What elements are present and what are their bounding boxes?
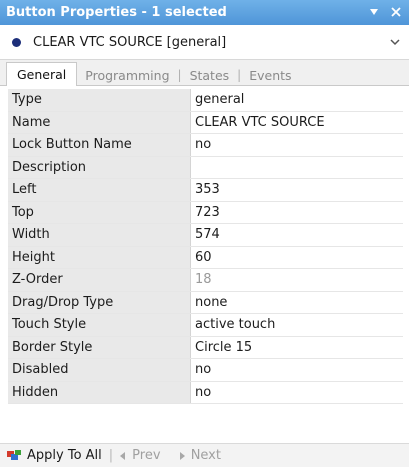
- property-name: Disabled: [8, 359, 191, 381]
- apply-to-all-label: Apply To All: [27, 448, 102, 463]
- apply-to-all-icon: [6, 449, 22, 463]
- property-value[interactable]: no: [191, 381, 403, 403]
- property-row-name: Name CLEAR VTC SOURCE: [8, 111, 403, 134]
- bullet-icon: [12, 37, 21, 47]
- property-value[interactable]: [191, 156, 403, 178]
- apply-to-all-button[interactable]: Apply To All: [6, 448, 102, 463]
- property-name: Drag/Drop Type: [8, 291, 191, 313]
- object-selector-dropdown[interactable]: CLEAR VTC SOURCE [general]: [0, 25, 409, 60]
- property-grid: Type general Name CLEAR VTC SOURCE Lock …: [8, 89, 403, 404]
- property-name: Z-Order: [8, 269, 191, 291]
- chevron-down-icon[interactable]: [389, 36, 401, 48]
- property-value: 18: [191, 269, 403, 291]
- property-row-border-style: Border Style Circle 15: [8, 336, 403, 359]
- property-row-lock-button-name: Lock Button Name no: [8, 134, 403, 157]
- tab-general[interactable]: General: [6, 62, 78, 86]
- property-value[interactable]: Circle 15: [191, 336, 403, 358]
- footer-toolbar: Apply To All | Prev Next: [0, 443, 409, 467]
- next-label: Next: [190, 448, 221, 463]
- object-selector-value: CLEAR VTC SOURCE [general]: [33, 34, 227, 50]
- property-row-type: Type general: [8, 89, 403, 112]
- property-row-z-order: Z-Order 18: [8, 269, 403, 292]
- property-value[interactable]: 723: [191, 201, 403, 223]
- property-row-hidden: Hidden no: [8, 381, 403, 404]
- property-value[interactable]: CLEAR VTC SOURCE: [191, 111, 403, 133]
- property-value[interactable]: general: [191, 89, 403, 111]
- pin-icon[interactable]: [367, 4, 381, 20]
- close-icon[interactable]: [389, 4, 403, 20]
- property-row-drag-drop-type: Drag/Drop Type none: [8, 291, 403, 314]
- tab-bar: General Programming | States | Events: [0, 60, 409, 86]
- property-name: Touch Style: [8, 314, 191, 336]
- prev-button[interactable]: Prev: [120, 448, 161, 463]
- window-controls: [367, 4, 403, 20]
- property-row-touch-style: Touch Style active touch: [8, 314, 403, 337]
- next-arrow-icon: [179, 451, 185, 460]
- property-row-left: Left 353: [8, 179, 403, 202]
- prev-arrow-icon: [120, 451, 126, 460]
- tab-programming[interactable]: Programming: [77, 65, 177, 85]
- property-row-width: Width 574: [8, 224, 403, 247]
- tab-events[interactable]: Events: [241, 65, 299, 85]
- window-title: Button Properties - 1 selected: [6, 5, 227, 20]
- next-button[interactable]: Next: [179, 448, 221, 463]
- footer-separator: [168, 448, 172, 463]
- tab-states[interactable]: States: [182, 65, 238, 85]
- property-name: Description: [8, 156, 191, 178]
- property-row-top: Top 723: [8, 201, 403, 224]
- property-row-description: Description: [8, 156, 403, 179]
- property-name: Name: [8, 111, 191, 133]
- property-row-disabled: Disabled no: [8, 359, 403, 382]
- footer-separator: |: [108, 448, 114, 463]
- property-name: Top: [8, 201, 191, 223]
- property-name: Width: [8, 224, 191, 246]
- property-name: Lock Button Name: [8, 134, 191, 156]
- property-name: Type: [8, 89, 191, 111]
- property-name: Hidden: [8, 381, 191, 403]
- property-name: Left: [8, 179, 191, 201]
- window-titlebar: Button Properties - 1 selected: [0, 0, 409, 25]
- property-value[interactable]: 353: [191, 179, 403, 201]
- property-value[interactable]: no: [191, 359, 403, 381]
- property-value[interactable]: 574: [191, 224, 403, 246]
- property-name: Border Style: [8, 336, 191, 358]
- property-value[interactable]: active touch: [191, 314, 403, 336]
- property-row-height: Height 60: [8, 246, 403, 269]
- property-value[interactable]: no: [191, 134, 403, 156]
- property-value[interactable]: 60: [191, 246, 403, 268]
- property-name: Height: [8, 246, 191, 268]
- property-value[interactable]: none: [191, 291, 403, 313]
- prev-label: Prev: [132, 448, 161, 463]
